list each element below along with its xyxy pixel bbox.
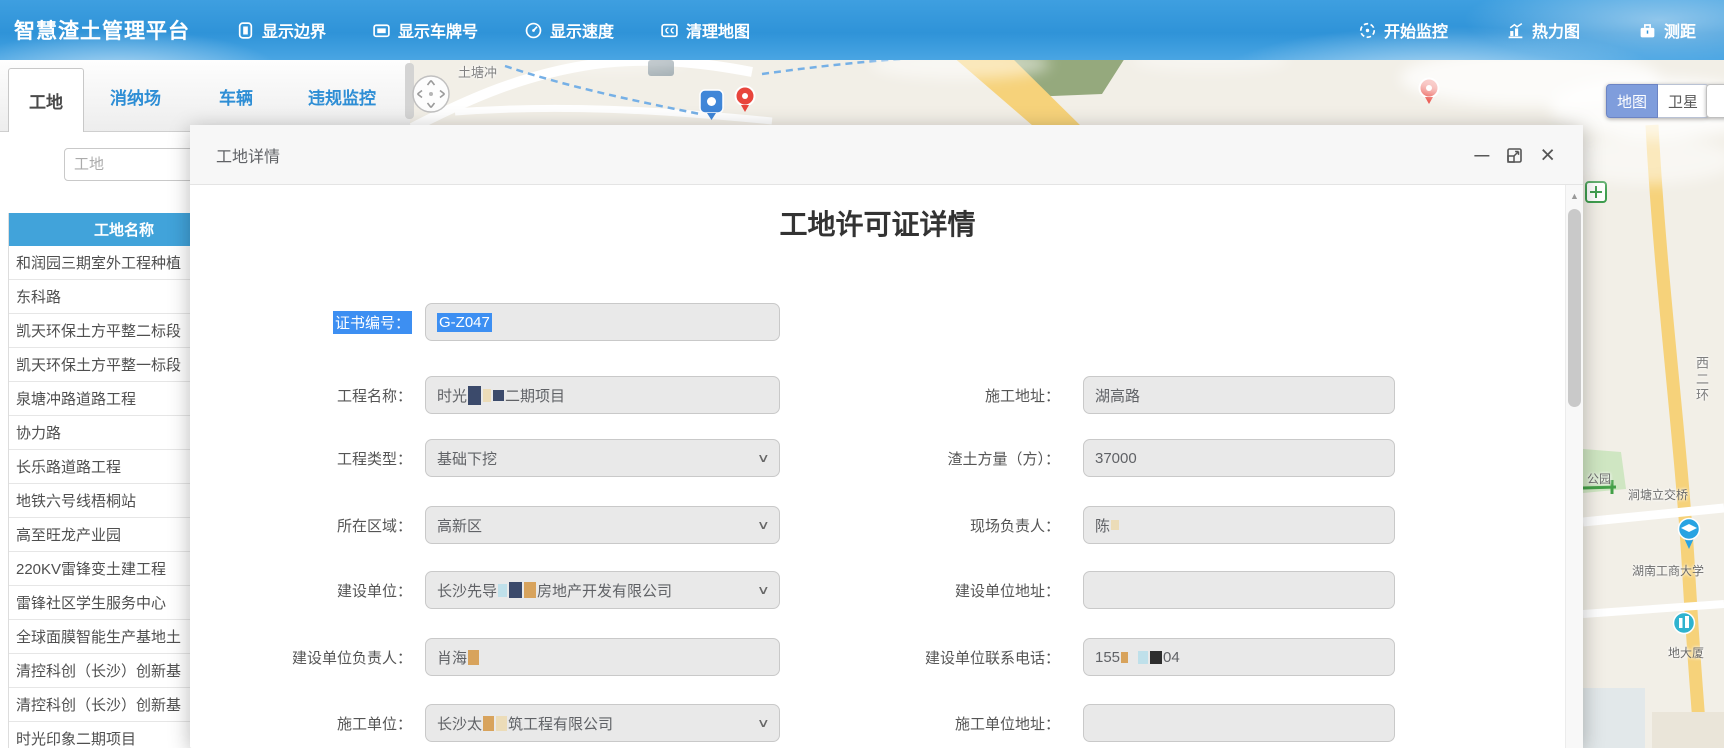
scroll-up-arrow[interactable]: ▲ (1566, 191, 1583, 201)
redaction-block (1121, 652, 1128, 663)
redaction-block (498, 584, 507, 597)
constructor-address-label: 施工单位地址： (810, 704, 1060, 742)
builder-label: 建设单位： (190, 571, 412, 609)
builder-address-label: 建设单位地址： (810, 571, 1060, 609)
traffic-mode-button[interactable] (1706, 84, 1724, 118)
minimize-icon[interactable]: — (1474, 147, 1489, 164)
nav-start-monitoring[interactable]: 开始监控 (1358, 18, 1448, 42)
nav-show-speed[interactable]: 显示速度 (524, 18, 614, 42)
modal-window-controls: — × (1474, 125, 1555, 185)
nav-item-label: 测距 (1664, 18, 1696, 42)
satellite-mode-button[interactable]: 卫星 (1658, 84, 1709, 118)
heatmap-icon (1506, 21, 1525, 40)
builder-manager-label: 建设单位负责人： (190, 638, 412, 676)
builder-phone-input[interactable]: 15504 (1083, 638, 1395, 676)
tab-construction-site[interactable]: 工地 (8, 68, 84, 132)
address-label: 施工地址： (810, 376, 1060, 414)
redaction-block (509, 582, 522, 598)
form-title: 工地许可证详情 (190, 203, 1565, 243)
cert-no-label: 证书编号： (190, 303, 412, 341)
project-name-label: 工程名称： (190, 376, 412, 414)
nav-item-label: 显示速度 (550, 18, 614, 42)
volume-label: 渣土方量（方）： (810, 439, 1060, 477)
builder-phone-label: 建设单位联系电话： (810, 638, 1060, 676)
nav-show-boundary[interactable]: 显示边界 (236, 18, 326, 42)
plate-icon (372, 21, 391, 40)
app-window: 土塘冲 公园 涧塘立交桥 湖南工商大学 地大厦 西二环 地图 卫星 智慧渣土管理… (0, 0, 1724, 748)
builder-select[interactable]: 长沙先导房地产开发有限公司 ∨ (425, 571, 780, 609)
redaction-block (483, 389, 491, 402)
speed-icon (524, 21, 543, 40)
nav-item-label: 显示车牌号 (398, 18, 478, 42)
nav-show-plate[interactable]: 显示车牌号 (372, 18, 478, 42)
tab-violation-monitor[interactable]: 违规监控 (308, 60, 376, 132)
volume-input[interactable]: 37000 (1083, 439, 1395, 477)
nav-heatmap[interactable]: 热力图 (1506, 18, 1580, 42)
chevron-down-icon: ∨ (757, 451, 770, 465)
builder-manager-input[interactable]: 肖海 (425, 638, 780, 676)
map-label-ring-road: 西二环 (1692, 356, 1711, 404)
chevron-down-icon: ∨ (757, 716, 770, 730)
nav-item-label: 显示边界 (262, 18, 326, 42)
green-park-icon[interactable] (1586, 182, 1606, 202)
project-type-label: 工程类型： (190, 439, 412, 477)
app-title: 智慧渣土管理平台 (14, 15, 190, 45)
project-name-input[interactable]: 时光二期项目 (425, 376, 780, 414)
constructor-address-input[interactable] (1083, 704, 1395, 742)
modal-scrollbar: ▲ (1565, 185, 1583, 748)
map-mode-button[interactable]: 地图 (1606, 84, 1658, 118)
monitor-icon (1358, 21, 1377, 40)
top-navbar: 智慧渣土管理平台 显示边界 显示车牌号 显示速度 (0, 0, 1724, 60)
measure-icon (1638, 21, 1657, 40)
constructor-label: 施工单位： (190, 704, 412, 742)
redaction-block (1150, 651, 1162, 664)
chevron-down-icon: ∨ (757, 518, 770, 532)
site-detail-modal: 工地详情 — × 工地许可证详情 证书编号： G-Z047 工程名 (190, 125, 1583, 748)
nav-item-label: 开始监控 (1384, 18, 1448, 42)
redaction-block (1111, 520, 1119, 530)
tab-vehicles[interactable]: 车辆 (219, 60, 253, 132)
compass-icon (411, 74, 451, 114)
redaction-block (496, 716, 507, 731)
nav-item-label: 热力图 (1532, 18, 1580, 42)
chevron-down-icon: ∨ (757, 583, 770, 597)
close-icon[interactable]: × (1540, 143, 1555, 168)
map-label-tutangchong: 土塘冲 (458, 62, 497, 81)
map-label-park: 公园 (1587, 470, 1611, 487)
redaction-block (493, 390, 504, 401)
redaction-block (1138, 651, 1148, 664)
map-label-building: 地大厦 (1668, 644, 1704, 661)
navbar-actions: 开始监控 热力图 测距 (1358, 18, 1724, 42)
map-label-university: 湖南工商大学 (1632, 562, 1704, 579)
project-type-select[interactable]: 基础下挖 ∨ (425, 439, 780, 477)
map-pan-control[interactable] (411, 74, 451, 114)
site-manager-label: 现场负责人： (810, 506, 1060, 544)
building-marker[interactable] (1674, 613, 1695, 634)
tab-disposal-site[interactable]: 消纳场 (110, 60, 161, 132)
district-select[interactable]: 高新区 ∨ (425, 506, 780, 544)
redaction-block (468, 650, 479, 665)
district-label: 所在区域： (190, 506, 412, 544)
cert-no-input[interactable]: G-Z047 (425, 303, 780, 341)
map-type-toggle: 地图 卫星 (1606, 84, 1709, 118)
redaction-block (468, 386, 481, 405)
address-input[interactable]: 湖高路 (1083, 376, 1395, 414)
redaction-block (524, 582, 536, 598)
nav-measure-distance[interactable]: 测距 (1638, 18, 1696, 42)
modal-title: 工地详情 (216, 143, 280, 167)
maximize-icon[interactable] (1506, 147, 1523, 164)
modal-header: 工地详情 — × (190, 125, 1583, 185)
site-manager-input[interactable]: 陈 (1083, 506, 1395, 544)
builder-address-input[interactable] (1083, 571, 1395, 609)
nav-clear-map[interactable]: 清理地图 (660, 18, 750, 42)
scrollbar-thumb[interactable] (1568, 209, 1581, 407)
clear-map-icon (660, 21, 679, 40)
map-label-overpass: 涧塘立交桥 (1628, 486, 1688, 503)
redaction-block (483, 716, 494, 731)
boundary-icon (236, 21, 255, 40)
nav-item-label: 清理地图 (686, 18, 750, 42)
constructor-select[interactable]: 长沙太筑工程有限公司 ∨ (425, 704, 780, 742)
tab-bar: 工地 消纳场 车辆 违规监控 (0, 60, 410, 132)
